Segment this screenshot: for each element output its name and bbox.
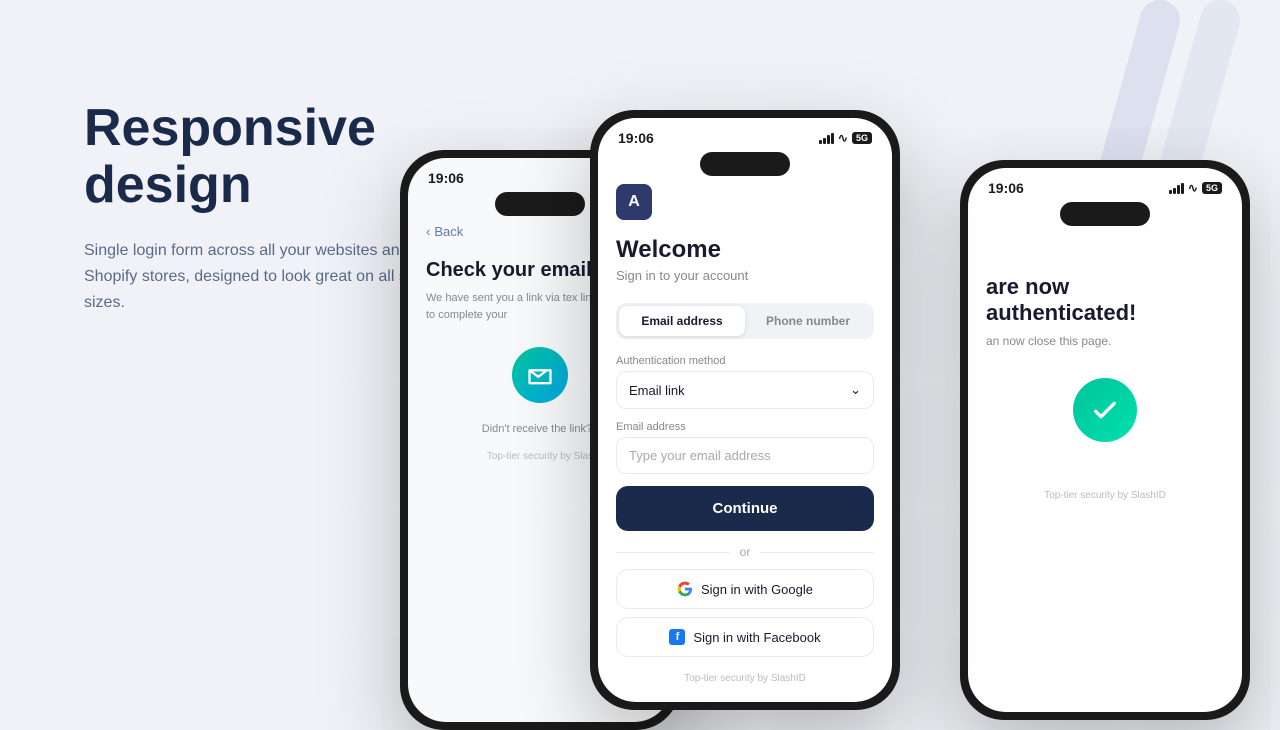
dynamic-island-center	[700, 152, 790, 176]
auth-method-label: Authentication method	[616, 355, 874, 367]
security-footer-center: Top-tier security by SlashID	[616, 665, 874, 692]
phone-center: 19:06 ∿ 5G A Welcome Sign i	[590, 110, 900, 710]
auth-method-value: Email link	[629, 383, 685, 398]
tab-email[interactable]: Email address	[619, 306, 745, 336]
auth-method-select[interactable]: Email link ⌄	[616, 371, 874, 409]
status-icons-center: ∿ 5G	[819, 131, 872, 145]
wifi-icon-right: ∿	[1188, 181, 1198, 195]
facebook-label: Sign in with Facebook	[693, 630, 820, 645]
google-label: Sign in with Google	[701, 582, 813, 597]
phone-right-content: are now authenticated! an now close this…	[968, 274, 1242, 509]
google-icon	[677, 581, 693, 597]
phone-center-screen: 19:06 ∿ 5G A Welcome Sign i	[598, 118, 892, 702]
phone-right: 19:06 ∿ 5G are now authenticated	[960, 160, 1250, 720]
signal-icon-center	[819, 133, 834, 144]
battery-icon-center: 5G	[852, 132, 872, 144]
auth-tab-switcher[interactable]: Email address Phone number	[616, 303, 874, 339]
time-right: 19:06	[988, 180, 1024, 196]
status-icons-right: ∿ 5G	[1169, 181, 1222, 195]
chevron-down-icon: ⌄	[850, 382, 861, 398]
time-center: 19:06	[618, 130, 654, 146]
divider-line-right	[760, 552, 874, 553]
time-left: 19:06	[428, 170, 464, 186]
auth-method-field: Authentication method Email link ⌄	[616, 355, 874, 409]
dynamic-island-right	[1060, 202, 1150, 226]
welcome-title: Welcome	[616, 236, 874, 264]
email-field-group: Email address Type your email address	[616, 421, 874, 474]
auth-subtitle: an now close this page.	[986, 334, 1224, 348]
email-sent-icon	[512, 347, 568, 403]
wifi-icon-center: ∿	[838, 131, 848, 145]
email-input[interactable]: Type your email address	[616, 437, 874, 474]
dynamic-island-left	[495, 192, 585, 216]
or-text: or	[740, 545, 751, 559]
phone-right-screen: 19:06 ∿ 5G are now authenticated	[968, 168, 1242, 712]
app-icon: A	[616, 184, 652, 220]
divider-line-left	[616, 552, 730, 553]
auth-success-icon	[1073, 378, 1137, 442]
email-label: Email address	[616, 421, 874, 433]
status-bar-center: 19:06 ∿ 5G	[598, 118, 892, 152]
facebook-signin-button[interactable]: f Sign in with Facebook	[616, 617, 874, 657]
status-bar-right: 19:06 ∿ 5G	[968, 168, 1242, 202]
tab-phone[interactable]: Phone number	[745, 306, 871, 336]
welcome-subtitle: Sign in to your account	[616, 268, 874, 283]
chevron-left-icon: ‹	[426, 224, 430, 239]
battery-icon-right: 5G	[1202, 182, 1222, 194]
facebook-icon: f	[669, 629, 685, 645]
security-footer-right: Top-tier security by SlashID	[986, 482, 1224, 509]
auth-title: are now authenticated!	[986, 274, 1224, 326]
continue-button[interactable]: Continue	[616, 486, 874, 531]
phones-container: 19:06 ∿ 5G ‹ Back	[380, 50, 1280, 720]
signal-icon-right	[1169, 183, 1184, 194]
or-divider: or	[616, 545, 874, 559]
google-signin-button[interactable]: Sign in with Google	[616, 569, 874, 609]
phone-center-content: A Welcome Sign in to your account Email …	[598, 184, 892, 692]
